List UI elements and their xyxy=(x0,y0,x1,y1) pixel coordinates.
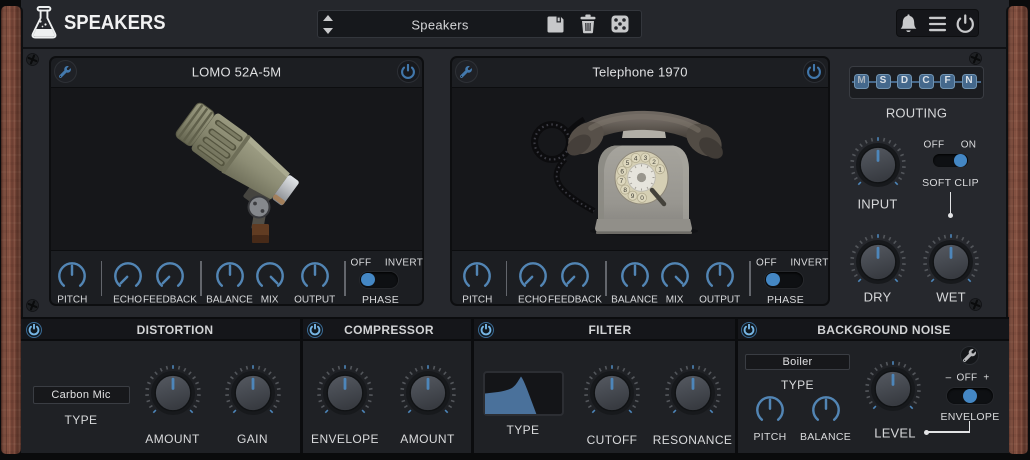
svg-text:2: 2 xyxy=(652,159,656,166)
svg-text:0: 0 xyxy=(640,195,644,202)
svg-text:9: 9 xyxy=(631,193,635,200)
svg-text:6: 6 xyxy=(620,168,624,175)
svg-text:7: 7 xyxy=(620,178,624,185)
svg-text:4: 4 xyxy=(634,155,638,162)
svg-text:5: 5 xyxy=(626,160,630,167)
svg-text:1: 1 xyxy=(658,167,662,174)
svg-text:8: 8 xyxy=(623,187,627,194)
svg-text:3: 3 xyxy=(644,155,648,162)
